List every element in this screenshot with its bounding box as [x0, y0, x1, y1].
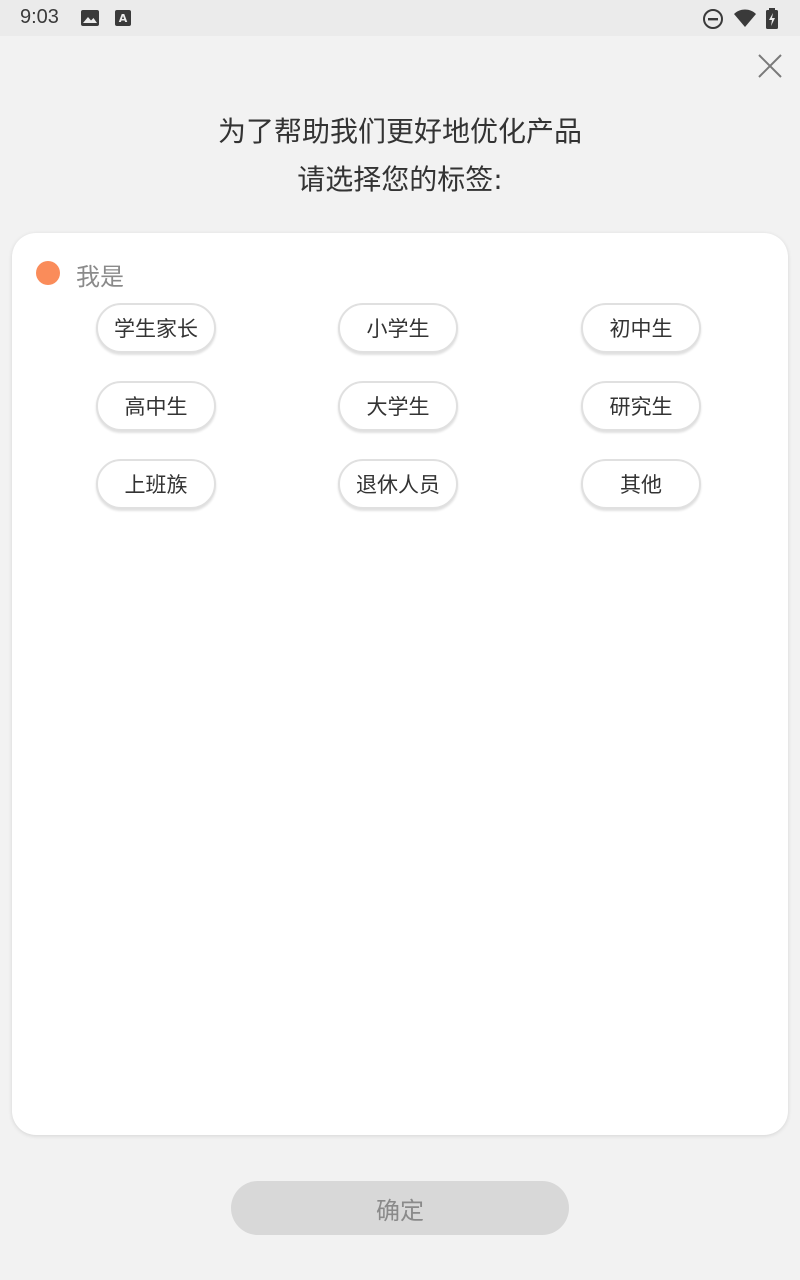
tag-other[interactable]: 其他 [581, 459, 701, 509]
tag-high-school-student[interactable]: 高中生 [96, 381, 216, 431]
image-icon [80, 8, 100, 32]
tag-retiree[interactable]: 退休人员 [338, 459, 458, 509]
section-dot-icon [36, 261, 60, 285]
section-label: 我是 [76, 263, 124, 291]
header-line-1: 为了帮助我们更好地优化产品 [217, 115, 582, 148]
battery-charging-icon [765, 8, 779, 34]
tag-card: 我是 学生家长 小学生 初中生 高中生 大学生 研究生 上班族 退休人员 其他 [12, 233, 788, 1135]
confirm-button[interactable]: 确定 [231, 1181, 569, 1235]
header-line-2: 请选择您的标签: [297, 163, 503, 196]
tag-graduate-student[interactable]: 研究生 [581, 381, 701, 431]
status-time: 9:03 [20, 6, 59, 28]
tag-university-student[interactable]: 大学生 [338, 381, 458, 431]
do-not-disturb-icon [702, 8, 724, 34]
close-button[interactable] [756, 52, 784, 80]
svg-text:A: A [119, 12, 128, 25]
wifi-icon [733, 8, 757, 32]
tag-primary-student[interactable]: 小学生 [338, 303, 458, 353]
header: 为了帮助我们更好地优化产品 请选择您的标签: [0, 108, 800, 204]
text-a-icon: A [114, 8, 132, 32]
tag-parent[interactable]: 学生家长 [96, 303, 216, 353]
tag-office-worker[interactable]: 上班族 [96, 459, 216, 509]
status-bar: 9:03 A [0, 0, 800, 36]
tag-middle-school-student[interactable]: 初中生 [581, 303, 701, 353]
close-icon [758, 54, 782, 78]
